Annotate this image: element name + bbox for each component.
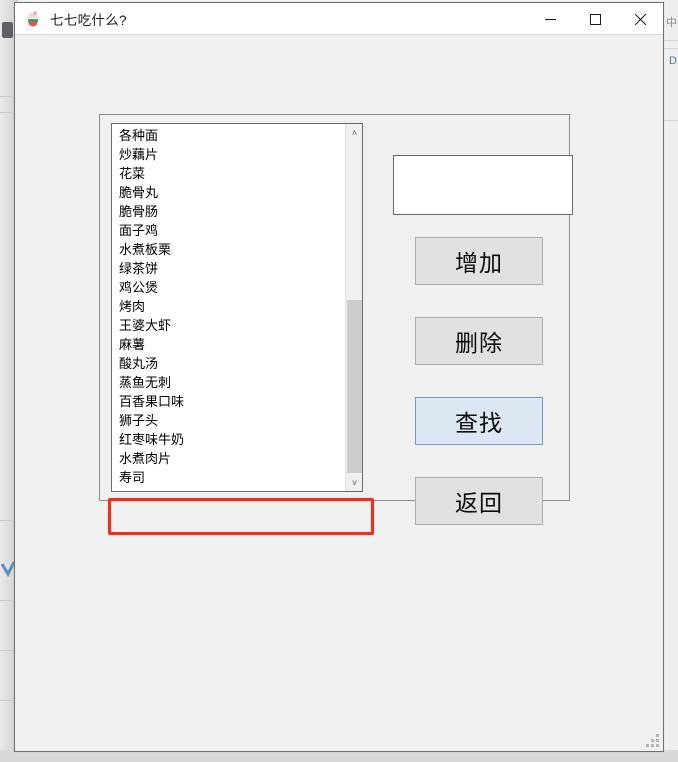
background-right-divider (664, 40, 678, 41)
window-controls (528, 3, 663, 35)
list-item[interactable]: 绿茶饼 (112, 259, 345, 278)
background-right-divider (664, 120, 678, 121)
list-item[interactable]: 王婆大虾 (112, 316, 345, 335)
list-item[interactable]: 面子鸡 (112, 221, 345, 240)
background-chevron-icon (1, 561, 15, 578)
list-item[interactable]: 麻薯 (112, 335, 345, 354)
delete-button[interactable]: 删除 (415, 317, 543, 365)
ramen-bowl-icon (24, 10, 42, 28)
scroll-down-arrow-icon[interactable]: ˅ (346, 474, 362, 491)
app-window: 七七吃什么? 各种面 炒藕片 花菜 脆骨丸 脆骨肠 面子鸡 水煮板栗 绿茶饼 鸡公煲 烤肉 王婆大虾… (14, 2, 664, 752)
add-button[interactable]: 增加 (415, 237, 543, 285)
screenshot-root: 中 D 七七吃什么? 各种面 炒藕片 花菜 脆骨丸 脆骨肠 面子鸡 水煮板栗 绿… (0, 0, 678, 762)
title-bar[interactable]: 七七吃什么? (15, 3, 663, 35)
list-item[interactable]: 水煮肉片 (112, 449, 345, 468)
list-item[interactable]: 水煮板栗 (112, 240, 345, 259)
scrollbar-thumb[interactable] (347, 300, 362, 473)
close-button[interactable] (618, 3, 663, 35)
annotation-highlight-box (108, 498, 374, 535)
list-item[interactable]: 狮子头 (112, 411, 345, 430)
list-item[interactable]: 烤肉 (112, 297, 345, 316)
minimize-button[interactable] (528, 3, 573, 35)
back-button[interactable]: 返回 (415, 477, 543, 525)
food-list-items[interactable]: 各种面 炒藕片 花菜 脆骨丸 脆骨肠 面子鸡 水煮板栗 绿茶饼 鸡公煲 烤肉 王婆大虾 麻薯 酸丸汤 蒸鱼… (112, 124, 345, 491)
background-right-divider (664, 48, 678, 49)
list-item[interactable]: 脆骨丸 (112, 183, 345, 202)
resize-grip-icon[interactable] (646, 734, 659, 747)
background-icon (2, 22, 13, 38)
list-item[interactable]: 百香果口味 (112, 392, 345, 411)
window-title: 七七吃什么? (50, 12, 127, 28)
list-item[interactable]: 脆骨肠 (112, 202, 345, 221)
list-item[interactable]: 蒸鱼无刺 (112, 373, 345, 392)
background-right-panel (664, 0, 678, 762)
food-name-input[interactable] (393, 155, 573, 215)
list-item[interactable]: 红枣味牛奶 (112, 430, 345, 449)
background-right-glyph: 中 (666, 17, 677, 29)
list-vertical-scrollbar[interactable]: ˄ ˅ (345, 124, 362, 491)
search-button[interactable]: 查找 (415, 397, 543, 445)
food-listbox[interactable]: 各种面 炒藕片 花菜 脆骨丸 脆骨肠 面子鸡 水煮板栗 绿茶饼 鸡公煲 烤肉 王婆大虾 麻薯 酸丸汤 蒸鱼… (111, 123, 363, 492)
list-item[interactable]: 鸡公煲 (112, 278, 345, 297)
list-item[interactable]: 酸丸汤 (112, 354, 345, 373)
maximize-button[interactable] (573, 3, 618, 35)
list-item[interactable]: 寿司 (112, 468, 345, 487)
list-item[interactable]: 各种面 (112, 126, 345, 145)
list-item[interactable]: 炒藕片 (112, 145, 345, 164)
list-item[interactable]: 花菜 (112, 164, 345, 183)
background-right-glyph: D (669, 55, 677, 67)
scroll-up-arrow-icon[interactable]: ˄ (346, 124, 362, 141)
window-client-area: 各种面 炒藕片 花菜 脆骨丸 脆骨肠 面子鸡 水煮板栗 绿茶饼 鸡公煲 烤肉 王婆大虾 麻薯 酸丸汤 蒸鱼… (15, 35, 663, 751)
